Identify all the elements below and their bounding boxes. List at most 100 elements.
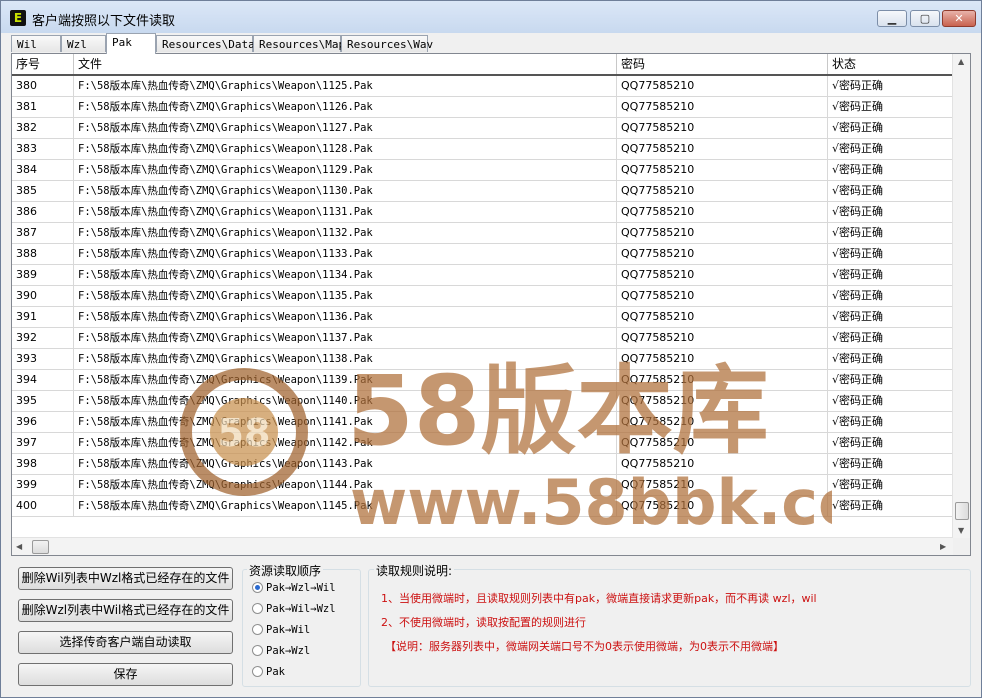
cell-index: 393	[12, 349, 74, 369]
tab-resources-data[interactable]: Resources\Data	[156, 35, 255, 52]
table-row[interactable]: 384 F:\58版本库\热血传奇\ZMQ\Graphics\Weapon\112…	[12, 160, 952, 181]
cell-file: F:\58版本库\热血传奇\ZMQ\Graphics\Weapon\1134.P…	[74, 265, 617, 285]
grid-rows: 380 F:\58版本库\热血传奇\ZMQ\Graphics\Weapon\112…	[12, 76, 952, 517]
table-row[interactable]: 385 F:\58版本库\热血传奇\ZMQ\Graphics\Weapon\113…	[12, 181, 952, 202]
save-button[interactable]: 保存	[18, 663, 233, 686]
table-row[interactable]: 381 F:\58版本库\热血传奇\ZMQ\Graphics\Weapon\112…	[12, 97, 952, 118]
radio-selected-icon	[252, 581, 263, 593]
cell-status: √密码正确	[832, 415, 884, 428]
radio-option-pak[interactable]: Pak	[252, 664, 285, 680]
table-row[interactable]: 382 F:\58版本库\热血传奇\ZMQ\Graphics\Weapon\112…	[12, 118, 952, 139]
cell-file: F:\58版本库\热血传奇\ZMQ\Graphics\Weapon\1135.P…	[74, 286, 617, 306]
table-row[interactable]: 398 F:\58版本库\热血传奇\ZMQ\Graphics\Weapon\114…	[12, 454, 952, 475]
radio-option-pak-wzl-wil[interactable]: Pak→Wzl→Wil	[252, 580, 336, 596]
table-row[interactable]: 392 F:\58版本库\热血传奇\ZMQ\Graphics\Weapon\113…	[12, 328, 952, 349]
cell-file: F:\58版本库\热血传奇\ZMQ\Graphics\Weapon\1130.P…	[74, 181, 617, 201]
rules-group: 读取规则说明: 1、当使用微端时，且读取规则列表中有pak，微端直接请求更新pa…	[368, 562, 971, 687]
cell-file: F:\58版本库\热血传奇\ZMQ\Graphics\Weapon\1132.P…	[74, 223, 617, 243]
radio-icon	[252, 665, 263, 677]
column-header-password[interactable]: 密码	[617, 54, 828, 74]
cell-status: √密码正确	[832, 247, 884, 260]
cell-password: QQ77585210	[617, 328, 828, 348]
scroll-right-icon[interactable]: ▶	[940, 542, 946, 551]
cell-index: 384	[12, 160, 74, 180]
horizontal-scrollbar[interactable]: ◀ ▶	[12, 537, 953, 555]
cell-index: 397	[12, 433, 74, 453]
table-row[interactable]: 390 F:\58版本库\热血传奇\ZMQ\Graphics\Weapon\113…	[12, 286, 952, 307]
table-row[interactable]: 387 F:\58版本库\热血传奇\ZMQ\Graphics\Weapon\113…	[12, 223, 952, 244]
scroll-corner	[953, 538, 970, 555]
tab-pak[interactable]: Pak	[106, 33, 156, 54]
cell-status: √密码正确	[832, 478, 884, 491]
radio-option-pak-wil-wzl[interactable]: Pak→Wil→Wzl	[252, 601, 336, 617]
auto-read-client-button[interactable]: 选择传奇客户端自动读取	[18, 631, 233, 654]
radio-option-pak-wil[interactable]: Pak→Wil	[252, 622, 310, 638]
cell-file: F:\58版本库\热血传奇\ZMQ\Graphics\Weapon\1142.P…	[74, 433, 617, 453]
table-row[interactable]: 383 F:\58版本库\热血传奇\ZMQ\Graphics\Weapon\112…	[12, 139, 952, 160]
radio-option-pak-wzl[interactable]: Pak→Wzl	[252, 643, 310, 659]
table-row[interactable]: 399 F:\58版本库\热血传奇\ZMQ\Graphics\Weapon\114…	[12, 475, 952, 496]
rule-note: 【说明：服务器列表中，微端网关端口号不为0表示使用微端，为0表示不用微端】	[385, 640, 784, 653]
main-window: E 客户端按照以下文件读取 ▁ ▢ ✕ Wil Wzl Pak Resource…	[0, 0, 982, 698]
table-row[interactable]: 386 F:\58版本库\热血传奇\ZMQ\Graphics\Weapon\113…	[12, 202, 952, 223]
table-row[interactable]: 397 F:\58版本库\热血传奇\ZMQ\Graphics\Weapon\114…	[12, 433, 952, 454]
column-header-file[interactable]: 文件	[74, 54, 617, 74]
table-row[interactable]: 393 F:\58版本库\热血传奇\ZMQ\Graphics\Weapon\113…	[12, 349, 952, 370]
cell-index: 383	[12, 139, 74, 159]
scroll-up-icon[interactable]: ▲	[958, 57, 964, 66]
column-header-index[interactable]: 序号	[12, 54, 74, 74]
table-row[interactable]: 391 F:\58版本库\热血传奇\ZMQ\Graphics\Weapon\113…	[12, 307, 952, 328]
table-row[interactable]: 394 F:\58版本库\热血传奇\ZMQ\Graphics\Weapon\113…	[12, 370, 952, 391]
cell-index: 387	[12, 223, 74, 243]
horizontal-scroll-thumb[interactable]	[32, 540, 49, 554]
cell-index: 399	[12, 475, 74, 495]
table-row[interactable]: 396 F:\58版本库\热血传奇\ZMQ\Graphics\Weapon\114…	[12, 412, 952, 433]
scroll-left-icon[interactable]: ◀	[16, 542, 22, 551]
cell-status: √密码正确	[832, 373, 884, 386]
cell-index: 396	[12, 412, 74, 432]
radio-label: Pak→Wil→Wzl	[266, 603, 336, 615]
cell-index: 390	[12, 286, 74, 306]
title-bar[interactable]: E 客户端按照以下文件读取 ▁ ▢ ✕	[1, 1, 981, 33]
vertical-scroll-thumb[interactable]	[955, 502, 969, 520]
delete-wzl-duplicates-button[interactable]: 删除Wzl列表中Wil格式已经存在的文件	[18, 599, 233, 622]
cell-index: 394	[12, 370, 74, 390]
cell-password: QQ77585210	[617, 433, 828, 453]
radio-icon	[252, 602, 263, 614]
radio-icon	[252, 623, 263, 635]
maximize-button[interactable]: ▢	[910, 10, 940, 27]
tab-resources-map[interactable]: Resources\Map	[253, 35, 345, 52]
tab-wzl[interactable]: Wzl	[61, 35, 106, 52]
table-row[interactable]: 389 F:\58版本库\热血传奇\ZMQ\Graphics\Weapon\113…	[12, 265, 952, 286]
radio-label: Pak→Wil	[266, 624, 311, 636]
column-header-status[interactable]: 状态	[828, 54, 952, 74]
table-row[interactable]: 380 F:\58版本库\热血传奇\ZMQ\Graphics\Weapon\112…	[12, 76, 952, 97]
close-button[interactable]: ✕	[942, 10, 976, 27]
minimize-button[interactable]: ▁	[877, 10, 907, 27]
scroll-down-icon[interactable]: ▼	[958, 526, 964, 535]
vertical-scrollbar[interactable]: ▲ ▼	[952, 54, 970, 539]
cell-file: F:\58版本库\热血传奇\ZMQ\Graphics\Weapon\1129.P…	[74, 160, 617, 180]
cell-file: F:\58版本库\热血传奇\ZMQ\Graphics\Weapon\1125.P…	[74, 76, 617, 96]
tab-wil[interactable]: Wil	[11, 35, 61, 52]
table-row[interactable]: 400 F:\58版本库\热血传奇\ZMQ\Graphics\Weapon\114…	[12, 496, 952, 517]
file-grid[interactable]: 序号 文件 密码 状态 380 F:\58版本库\热血传奇\ZMQ\Graphic…	[11, 53, 971, 556]
cell-password: QQ77585210	[617, 118, 828, 138]
cell-password: QQ77585210	[617, 454, 828, 474]
delete-wil-duplicates-button[interactable]: 删除Wil列表中Wzl格式已经存在的文件	[18, 567, 233, 590]
radio-label: Pak→Wzl	[266, 645, 311, 657]
cell-index: 385	[12, 181, 74, 201]
cell-password: QQ77585210	[617, 202, 828, 222]
cell-password: QQ77585210	[617, 265, 828, 285]
cell-password: QQ77585210	[617, 370, 828, 390]
cell-password: QQ77585210	[617, 223, 828, 243]
cell-status: √密码正确	[832, 100, 884, 113]
table-row[interactable]: 388 F:\58版本库\热血传奇\ZMQ\Graphics\Weapon\113…	[12, 244, 952, 265]
table-row[interactable]: 395 F:\58版本库\热血传奇\ZMQ\Graphics\Weapon\114…	[12, 391, 952, 412]
cell-file: F:\58版本库\热血传奇\ZMQ\Graphics\Weapon\1143.P…	[74, 454, 617, 474]
tab-resources-wav[interactable]: Resources\Wav	[341, 35, 433, 52]
cell-password: QQ77585210	[617, 160, 828, 180]
cell-password: QQ77585210	[617, 181, 828, 201]
app-icon: E	[10, 10, 26, 26]
cell-status: √密码正确	[832, 436, 884, 449]
